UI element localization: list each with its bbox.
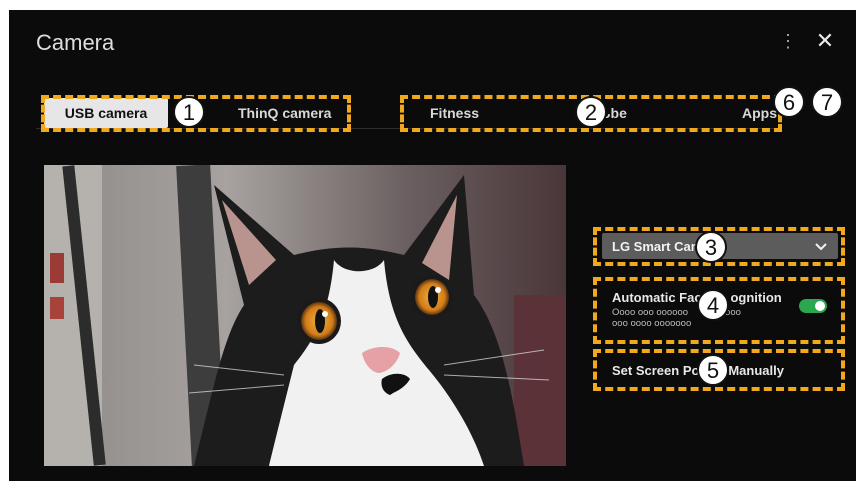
callout-2: 2 [575, 96, 607, 128]
page-title: Camera [36, 30, 115, 55]
toggle-knob [815, 301, 825, 311]
tab-thinq-camera[interactable]: ThinQ camera [238, 98, 331, 128]
tab-apps[interactable]: Apps [742, 98, 777, 128]
callout-5: 5 [697, 354, 729, 386]
callout-6: 6 [773, 86, 805, 118]
close-icon[interactable]: ✕ [812, 28, 838, 54]
callout-4: 4 [697, 289, 729, 321]
more-options-icon[interactable]: ⋮ [779, 30, 797, 54]
cat-photo [44, 165, 566, 466]
camera-preview [44, 165, 566, 466]
face-recognition-toggle[interactable] [799, 299, 827, 313]
tab-bar-divider [36, 128, 778, 129]
tab-fitness[interactable]: Fitness [430, 98, 479, 128]
callout-7: 7 [811, 86, 843, 118]
tab-usb-camera[interactable]: USB camera [44, 98, 168, 128]
chevron-down-icon [815, 243, 827, 251]
callout-3: 3 [695, 231, 727, 263]
callout-1: 1 [173, 96, 205, 128]
camera-select-label: LG Smart Cam [612, 239, 703, 254]
